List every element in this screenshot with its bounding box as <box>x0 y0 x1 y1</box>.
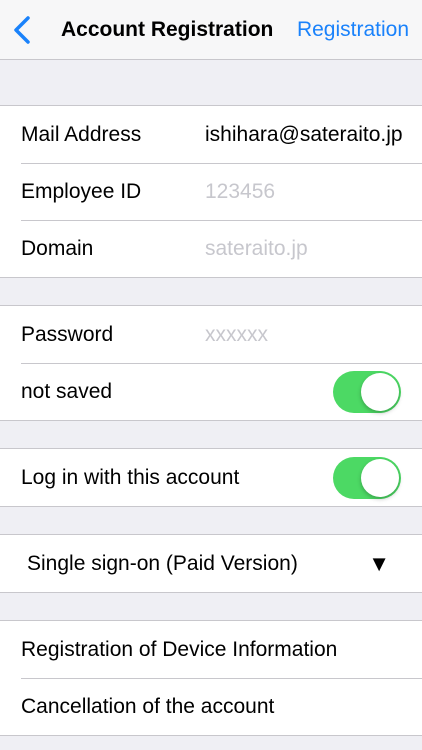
sso-select[interactable]: Single sign-on (Paid Version) ▼ <box>0 535 422 592</box>
not-saved-toggle[interactable] <box>333 370 401 413</box>
dropdown-arrow-icon: ▼ <box>368 550 390 576</box>
employee-id-row[interactable]: Employee ID 123456 <box>0 163 422 220</box>
password-group: Password xxxxxx not saved <box>0 305 422 421</box>
account-info-group: Mail Address ishihara@sateraito.jp Emplo… <box>0 105 422 278</box>
login-label: Log in with this account <box>21 465 240 489</box>
sso-group: Single sign-on (Paid Version) ▼ <box>0 534 422 593</box>
toggle-knob <box>361 458 399 497</box>
actions-group: Registration of Device Information Cance… <box>0 620 422 736</box>
section-spacer <box>0 421 422 448</box>
registration-button[interactable]: Registration <box>297 18 409 42</box>
mail-address-row[interactable]: Mail Address ishihara@sateraito.jp <box>0 106 422 163</box>
password-label: Password <box>21 322 114 346</box>
section-spacer <box>0 593 422 620</box>
password-field[interactable]: xxxxxx <box>205 323 408 347</box>
section-spacer <box>0 507 422 534</box>
page-title: Account Registration <box>61 18 274 41</box>
navigation-bar: Account Registration Registration <box>0 0 422 60</box>
employee-id-field[interactable]: 123456 <box>205 180 408 204</box>
domain-field[interactable]: sateraito.jp <box>205 237 408 261</box>
cancel-account-button[interactable]: Cancellation of the account <box>0 678 422 735</box>
back-button[interactable] <box>10 14 34 46</box>
domain-label: Domain <box>21 236 94 260</box>
mail-address-label: Mail Address <box>21 122 142 146</box>
not-saved-label: not saved <box>21 379 113 403</box>
domain-row[interactable]: Domain sateraito.jp <box>0 220 422 277</box>
mail-address-field[interactable]: ishihara@sateraito.jp <box>205 123 408 147</box>
sso-label: Single sign-on (Paid Version) <box>27 551 298 575</box>
not-saved-row: not saved <box>0 363 422 420</box>
section-spacer <box>0 60 422 105</box>
register-device-label: Registration of Device Information <box>21 637 338 661</box>
login-group: Log in with this account <box>0 448 422 507</box>
login-toggle[interactable] <box>333 456 401 499</box>
employee-id-label: Employee ID <box>21 179 142 203</box>
login-row: Log in with this account <box>0 449 422 506</box>
section-spacer <box>0 278 422 305</box>
cancel-account-label: Cancellation of the account <box>21 694 275 718</box>
toggle-knob <box>361 372 399 411</box>
register-device-button[interactable]: Registration of Device Information <box>0 621 422 678</box>
password-row[interactable]: Password xxxxxx <box>0 306 422 363</box>
chevron-left-icon <box>14 16 30 44</box>
